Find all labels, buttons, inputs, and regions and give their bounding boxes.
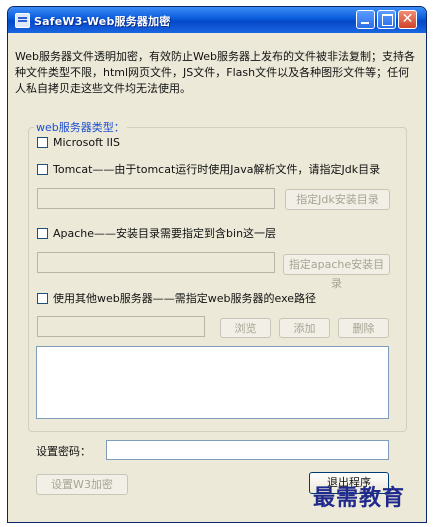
- checkbox-box[interactable]: [37, 163, 48, 175]
- tomcat-label: Tomcat——由于tomcat运行时使用Java解析文件，请指定Jdk目录: [53, 163, 381, 176]
- delete-button[interactable]: 删除: [338, 318, 389, 338]
- minimize-icon: [361, 22, 369, 24]
- server-exe-list[interactable]: [36, 346, 389, 419]
- checkbox-box[interactable]: [37, 227, 48, 239]
- app-icon: [15, 13, 30, 28]
- iis-label: Microsoft IIS: [53, 136, 121, 149]
- maximize-button[interactable]: [377, 10, 396, 29]
- close-icon: ✕: [401, 11, 414, 27]
- add-button[interactable]: 添加: [279, 318, 330, 338]
- checkbox-box[interactable]: [37, 137, 48, 148]
- jdk-dir-button[interactable]: 指定Jdk安装目录: [285, 189, 390, 210]
- apache-dir-button[interactable]: 指定apache安装目录: [283, 254, 390, 290]
- iis-checkbox[interactable]: Microsoft IIS: [37, 136, 120, 149]
- password-label: 设置密码：: [36, 445, 91, 458]
- description-text: Web服务器文件透明加密，有效防止Web服务器上发布的文件被非法复制；支持各种文…: [15, 50, 415, 95]
- other-server-label: 使用其他web服务器——需指定web服务器的exe路径: [53, 292, 317, 305]
- tomcat-checkbox[interactable]: Tomcat——由于tomcat运行时使用Java解析文件，请指定Jdk目录: [37, 161, 380, 177]
- jdk-path-field[interactable]: [37, 188, 275, 209]
- checkbox-box[interactable]: [37, 292, 48, 304]
- exe-path-field[interactable]: [37, 316, 205, 337]
- server-type-group-title: web服务器类型：: [34, 119, 127, 135]
- maximize-icon: [382, 14, 393, 26]
- apache-path-field[interactable]: [37, 252, 275, 273]
- set-encrypt-button[interactable]: 设置W3加密: [36, 474, 128, 495]
- browse-button[interactable]: 浏览: [220, 318, 271, 338]
- minimize-button[interactable]: [356, 10, 375, 29]
- other-server-checkbox[interactable]: 使用其他web服务器——需指定web服务器的exe路径: [37, 290, 316, 306]
- close-button[interactable]: ✕: [398, 10, 417, 29]
- password-input[interactable]: [106, 440, 389, 460]
- watermark-text: 最需教育: [313, 485, 406, 511]
- apache-label: Apache——安装目录需要指定到含bin这一层: [53, 227, 277, 240]
- window-title: SafeW3-Web服务器加密: [34, 15, 171, 28]
- title-bar[interactable]: SafeW3-Web服务器加密 ✕: [8, 7, 426, 33]
- apache-checkbox[interactable]: Apache——安装目录需要指定到含bin这一层: [37, 225, 276, 241]
